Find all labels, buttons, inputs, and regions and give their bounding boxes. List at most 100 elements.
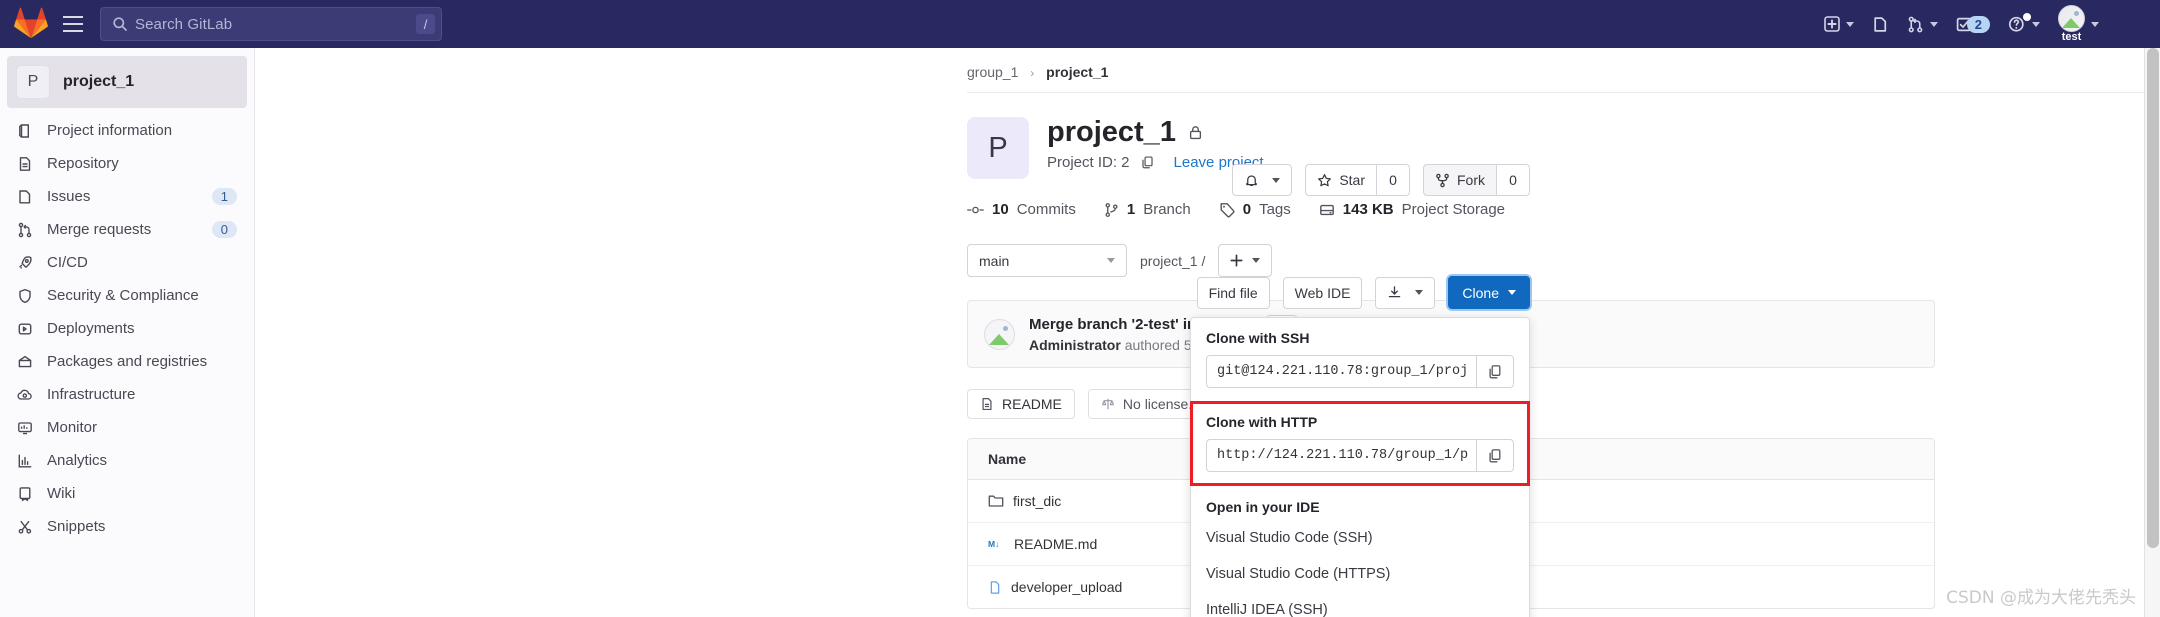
sidebar-item-security-compliance[interactable]: Security & Compliance	[7, 279, 247, 312]
web-ide-label: Web IDE	[1294, 284, 1351, 301]
branch-selector[interactable]: main	[967, 244, 1127, 277]
file-name[interactable]: developer_upload	[1011, 579, 1122, 595]
breadcrumb-group[interactable]: group_1	[967, 64, 1018, 80]
chevron-down-icon	[1929, 21, 1938, 27]
merge-request-icon	[1907, 16, 1924, 33]
page-title: project_1	[1047, 117, 1264, 147]
stat-value: 143 KB	[1342, 201, 1394, 218]
copy-icon[interactable]	[1140, 155, 1155, 170]
monitor-icon	[17, 420, 39, 436]
stat-commits[interactable]: 10 Commits	[967, 201, 1076, 218]
user-name: test	[2061, 31, 2082, 43]
copy-icon[interactable]	[1476, 439, 1514, 472]
chevron-down-icon	[1508, 290, 1516, 295]
user-avatar-icon	[2058, 5, 2085, 32]
stat-label: Commits	[1016, 201, 1076, 218]
stat-storage[interactable]: 143 KB Project Storage	[1319, 201, 1505, 218]
project-avatar: P	[967, 117, 1029, 179]
ide-option-vscode-https[interactable]: Visual Studio Code (HTTPS)	[1191, 556, 1529, 592]
search-icon	[112, 16, 128, 32]
sidebar-label: Wiki	[47, 485, 76, 502]
breadcrumb-separator: ›	[1030, 66, 1035, 80]
sidebar-item-repository[interactable]: Repository	[7, 147, 247, 180]
ide-option-vscode-ssh[interactable]: Visual Studio Code (SSH)	[1191, 520, 1529, 556]
issues-nav[interactable]	[1863, 0, 1898, 48]
star-button[interactable]: Star	[1305, 164, 1376, 196]
search-shortcut-key: /	[416, 14, 435, 34]
markdown-icon: M↓	[988, 538, 1005, 550]
vertical-scrollbar[interactable]	[2144, 48, 2160, 617]
help-notification-dot	[2023, 13, 2031, 21]
fork-count[interactable]: 0	[1496, 164, 1530, 196]
scrollbar-thumb[interactable]	[2147, 48, 2159, 548]
chevron-down-icon	[1252, 258, 1261, 263]
main-content: group_1 › project_1 P project_1 Project …	[255, 48, 2160, 617]
commit-author[interactable]: Administrator	[1029, 337, 1121, 353]
breadcrumb-project[interactable]: project_1	[1046, 64, 1108, 80]
stat-label: Project Storage	[1401, 201, 1506, 218]
readme-badge[interactable]: README	[967, 389, 1075, 419]
download-button[interactable]	[1375, 276, 1436, 309]
star-button-group: Star 0	[1305, 164, 1410, 196]
document-icon	[980, 397, 994, 411]
sidebar-item-merge-requests[interactable]: Merge requests 0	[7, 213, 247, 246]
svg-text:M↓: M↓	[988, 539, 999, 549]
lock-icon	[1187, 124, 1204, 141]
stat-value: 0	[1242, 201, 1252, 218]
sidebar-item-project-information[interactable]: Project information	[7, 114, 247, 147]
user-menu[interactable]: test	[2049, 0, 2108, 48]
sidebar-project-avatar: P	[16, 65, 50, 99]
sidebar-label: Deployments	[47, 320, 135, 337]
sidebar-label: Merge requests	[47, 221, 152, 238]
todos-count-badge: 2	[1966, 15, 1990, 33]
sidebar-label: Snippets	[47, 518, 106, 535]
hamburger-menu-icon[interactable]	[58, 9, 88, 39]
sidebar-item-wiki[interactable]: Wiki	[7, 477, 247, 510]
sidebar-label: Packages and registries	[47, 353, 208, 370]
ide-option-intellij-ssh[interactable]: IntelliJ IDEA (SSH)	[1191, 592, 1529, 617]
star-icon	[1317, 173, 1332, 188]
sidebar-project-header[interactable]: P project_1	[7, 56, 247, 108]
stat-branch[interactable]: 1 Branch	[1104, 201, 1191, 218]
page-shell: P project_1 Project information Reposito…	[0, 48, 2160, 617]
sidebar-label: Security & Compliance	[47, 287, 199, 304]
clone-http-input[interactable]: http://124.221.110.78/group_1/p	[1206, 439, 1476, 472]
sidebar-item-packages-and-registries[interactable]: Packages and registries	[7, 345, 247, 378]
merge-requests-nav[interactable]	[1898, 0, 1947, 48]
sidebar-item-infrastructure[interactable]: Infrastructure	[7, 378, 247, 411]
clone-button[interactable]: Clone	[1448, 276, 1530, 309]
sidebar-item-analytics[interactable]: Analytics	[7, 444, 247, 477]
notification-button[interactable]	[1232, 164, 1293, 196]
todos-nav[interactable]: 2	[1947, 0, 1999, 48]
find-file-button[interactable]: Find file	[1196, 276, 1270, 309]
document-icon	[17, 156, 39, 172]
merge-request-icon	[17, 222, 39, 238]
sidebar-item-monitor[interactable]: Monitor	[7, 411, 247, 444]
sidebar-item-issues[interactable]: Issues 1	[7, 180, 247, 213]
gitlab-logo-icon[interactable]	[14, 7, 48, 41]
sidebar-label: Infrastructure	[47, 386, 136, 403]
star-count[interactable]: 0	[1376, 164, 1410, 196]
create-new-menu[interactable]	[1815, 0, 1863, 48]
file-name[interactable]: README.md	[1014, 536, 1097, 552]
stat-label: Branch	[1143, 201, 1191, 218]
clone-ssh-input[interactable]: git@124.221.110.78:group_1/proj	[1206, 355, 1476, 388]
sidebar-item-deployments[interactable]: Deployments	[7, 312, 247, 345]
stat-value: 1	[1126, 201, 1136, 218]
help-menu[interactable]	[1999, 0, 2049, 48]
stat-tags[interactable]: 0 Tags	[1219, 201, 1291, 218]
badge-label: README	[1002, 396, 1062, 412]
sidebar-item-snippets[interactable]: Snippets	[7, 510, 247, 543]
find-file-label: Find file	[1208, 284, 1258, 301]
sidebar-project-name: project_1	[63, 73, 135, 90]
add-to-tree-button[interactable]	[1218, 244, 1273, 277]
fork-button[interactable]: Fork	[1423, 164, 1496, 196]
web-ide-button[interactable]: Web IDE	[1282, 276, 1363, 309]
copy-icon[interactable]	[1476, 355, 1514, 388]
branch-icon	[1104, 202, 1119, 218]
search-input[interactable]: Search GitLab /	[100, 7, 442, 41]
file-name[interactable]: first_dic	[1013, 493, 1061, 509]
chevron-down-icon	[1845, 21, 1854, 27]
sidebar-item-cicd[interactable]: CI/CD	[7, 246, 247, 279]
open-in-ide-header: Open in your IDE	[1206, 499, 1320, 515]
